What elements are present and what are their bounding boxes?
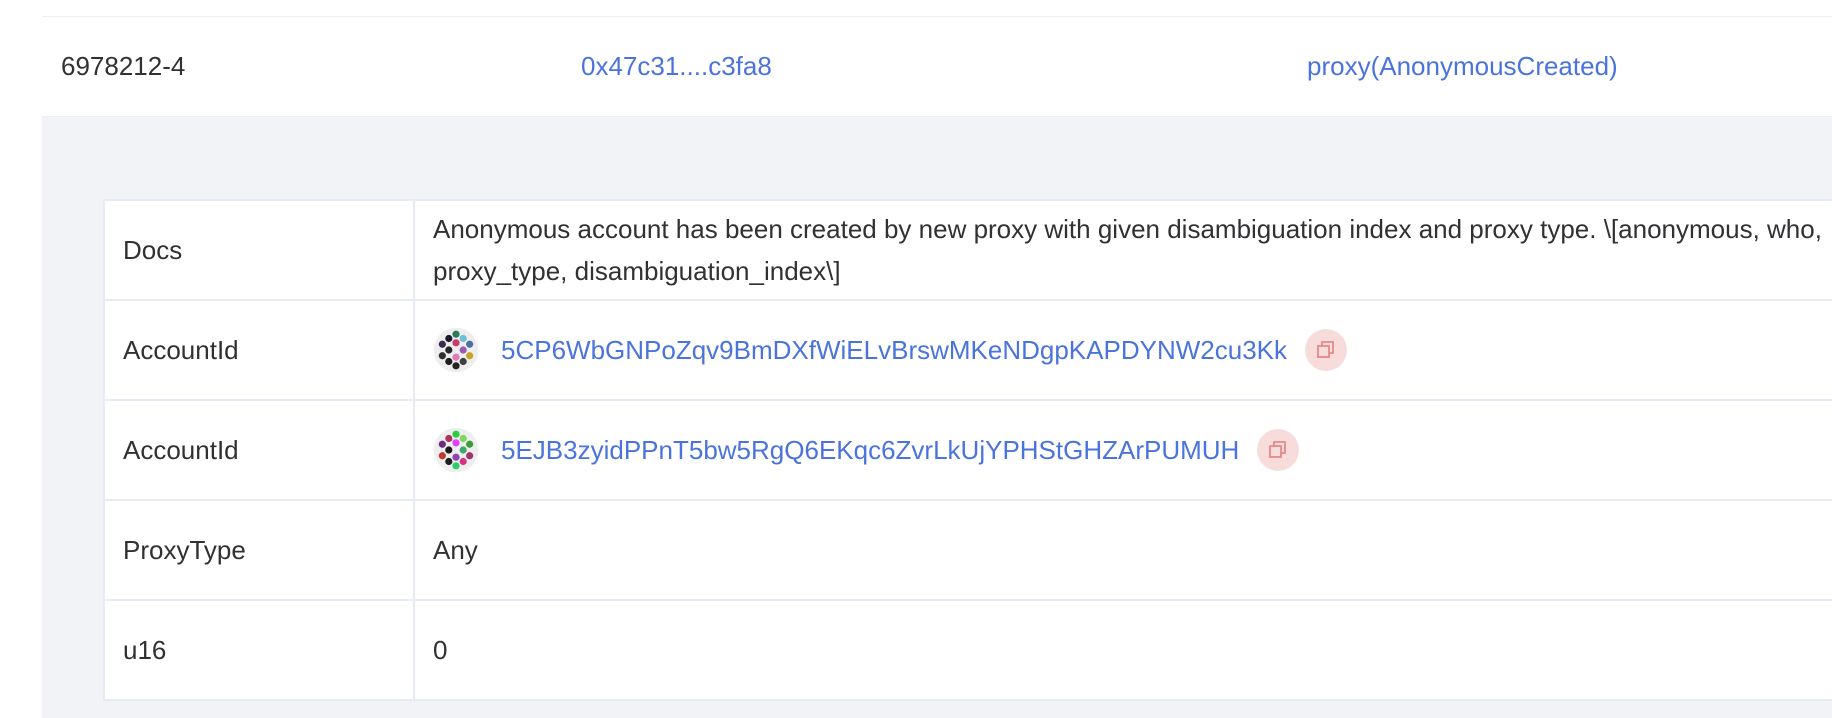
previous-row-edge: [42, 0, 1832, 17]
param-row-docs: Docs Anonymous account has been created …: [103, 199, 1832, 301]
param-value: 5EJB3zyidPPnT5bw5RgQ6EKqc6ZvrLkUjYPHStGH…: [413, 399, 1832, 501]
event-name-link[interactable]: proxy(AnonymousCreated): [1307, 49, 1618, 83]
event-id: 6978212-4: [61, 51, 186, 81]
copy-button[interactable]: [1257, 429, 1300, 471]
docs-text: Anonymous account has been created by ne…: [433, 214, 1822, 286]
event-params-table: Docs Anonymous account has been created …: [103, 199, 1832, 701]
param-row-account: AccountId: [103, 299, 1832, 401]
copy-button[interactable]: [1305, 329, 1347, 371]
param-row-proxy-type: ProxyType Any: [103, 499, 1832, 601]
left-panel-edge: [0, 0, 43, 718]
event-row[interactable]: 6978212-4 0x47c31....c3fa8 proxy(Anonymo…: [42, 17, 1832, 117]
param-key: AccountId: [103, 299, 415, 401]
param-key: AccountId: [103, 399, 415, 501]
identicon-icon: [433, 427, 479, 473]
param-value: 5CP6WbGNPoZqv9BmDXfWiELvBrswMKeNDgpKAPDY…: [413, 299, 1832, 401]
param-value: Any: [413, 499, 1832, 601]
copy-icon: [1269, 441, 1287, 458]
param-key: u16: [103, 599, 415, 701]
account-address-link[interactable]: 5CP6WbGNPoZqv9BmDXfWiELvBrswMKeNDgpKAPDY…: [501, 335, 1287, 366]
param-key: ProxyType: [103, 499, 415, 601]
param-key: Docs: [103, 199, 415, 301]
param-value: Anonymous account has been created by ne…: [413, 199, 1832, 301]
extrinsic-hash-link[interactable]: 0x47c31....c3fa8: [581, 49, 772, 83]
param-row-u16: u16 0: [103, 599, 1832, 701]
identicon-icon: [433, 327, 479, 373]
param-value: 0: [413, 599, 1832, 701]
account-address-link[interactable]: 5EJB3zyidPPnT5bw5RgQ6EKqc6ZvrLkUjYPHStGH…: [501, 435, 1239, 466]
copy-icon: [1317, 341, 1334, 358]
param-row-account: AccountId: [103, 399, 1832, 501]
